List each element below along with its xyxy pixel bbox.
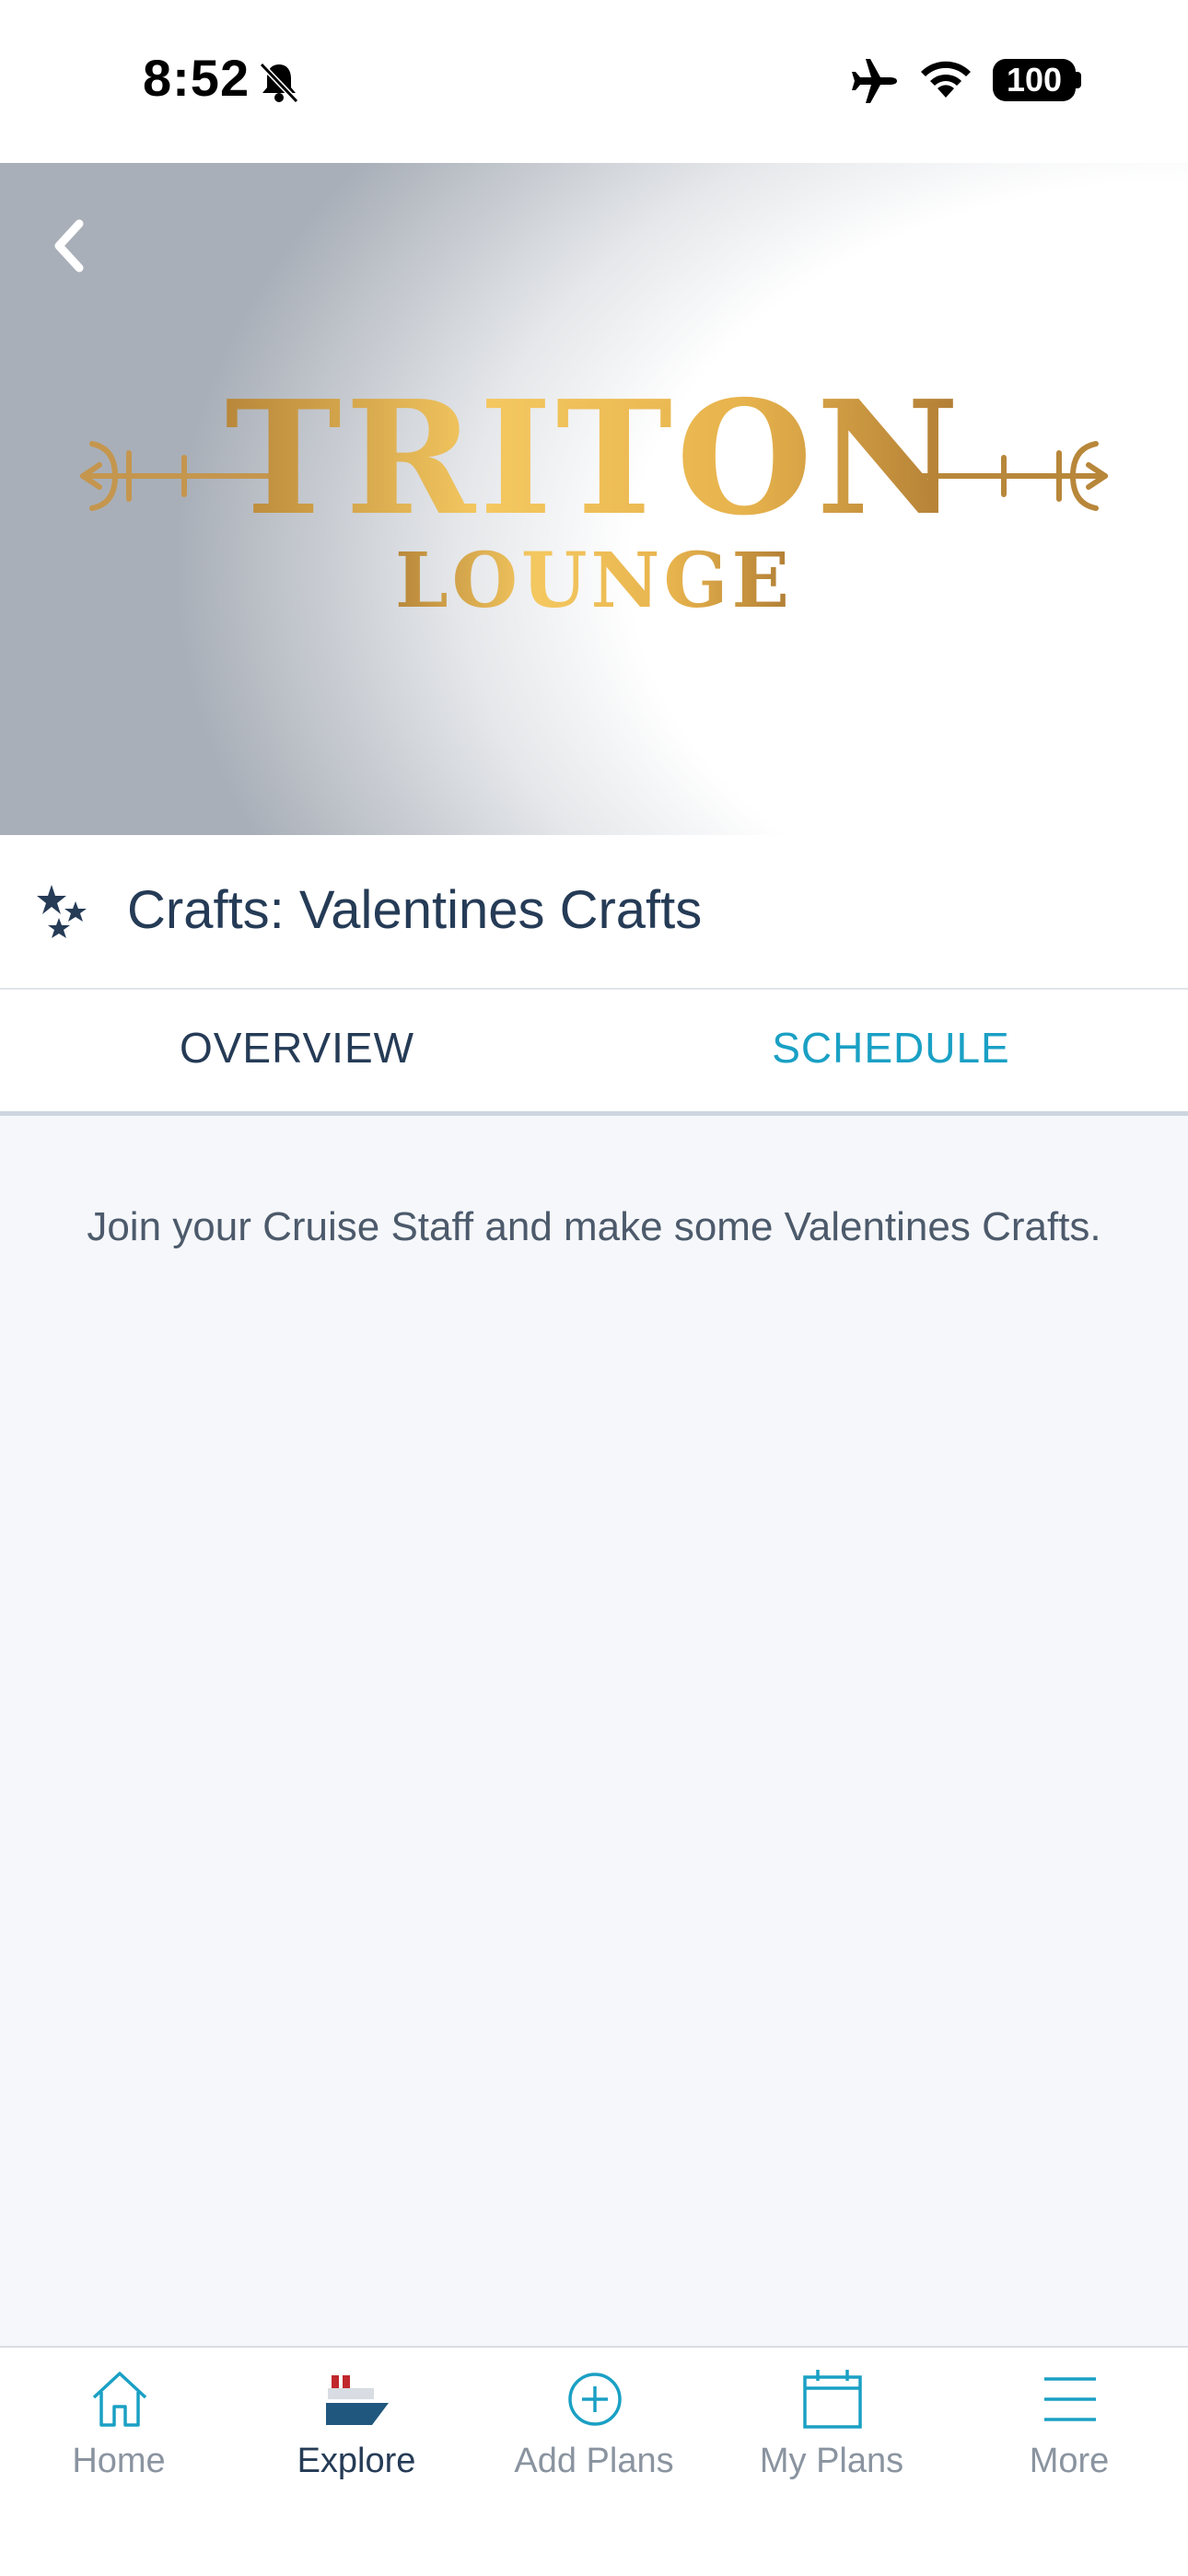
logo-title: TRITON <box>225 366 962 551</box>
tab-schedule[interactable]: SCHEDULE <box>594 1023 1188 1073</box>
status-bar: 8:52 100 <box>0 0 1188 163</box>
nav-explore[interactable]: Explore <box>238 2348 475 2513</box>
wifi-icon <box>921 61 971 98</box>
nav-my-plans[interactable]: My Plans <box>713 2348 950 2513</box>
hero-image: TRITON LOUNGE <box>0 163 1188 835</box>
status-time: 8:52 <box>143 49 250 107</box>
nav-add-plans-label: Add Plans <box>514 2442 674 2480</box>
bottom-nav: Home Explore Add Plans My Plans More <box>0 2346 1188 2576</box>
tab-overview[interactable]: OVERVIEW <box>0 1023 594 1073</box>
nav-more-label: More <box>1029 2442 1110 2480</box>
nav-home[interactable]: Home <box>0 2348 238 2513</box>
battery-nub <box>1076 72 1081 88</box>
nav-my-plans-label: My Plans <box>759 2442 904 2480</box>
tab-bar: OVERVIEW SCHEDULE <box>0 990 1188 1116</box>
nav-add-plans[interactable]: Add Plans <box>475 2348 713 2513</box>
airplane-icon <box>852 59 897 103</box>
calendar-icon <box>803 2370 862 2429</box>
triton-lounge-logo: TRITON LOUNGE <box>80 366 1108 623</box>
back-button[interactable] <box>37 209 101 283</box>
add-circle-icon <box>568 2373 622 2426</box>
nav-explore-label: Explore <box>297 2442 416 2480</box>
overview-content: Join your Cruise Staff and make some Val… <box>0 1116 1188 2346</box>
event-header: Crafts: Valentines Crafts <box>0 835 1188 990</box>
menu-icon <box>1044 2377 1096 2421</box>
battery-icon: 100 <box>993 59 1076 101</box>
ship-icon <box>326 2375 389 2425</box>
home-icon <box>92 2372 147 2427</box>
nav-more[interactable]: More <box>950 2348 1188 2513</box>
stars-icon <box>37 885 87 938</box>
nav-home-label: Home <box>72 2442 166 2480</box>
logo-subtitle: LOUNGE <box>395 537 793 623</box>
page-title: Crafts: Valentines Crafts <box>127 880 703 940</box>
bell-muted-icon <box>259 62 299 104</box>
event-description: Join your Cruise Staff and make some Val… <box>87 1204 1101 1249</box>
